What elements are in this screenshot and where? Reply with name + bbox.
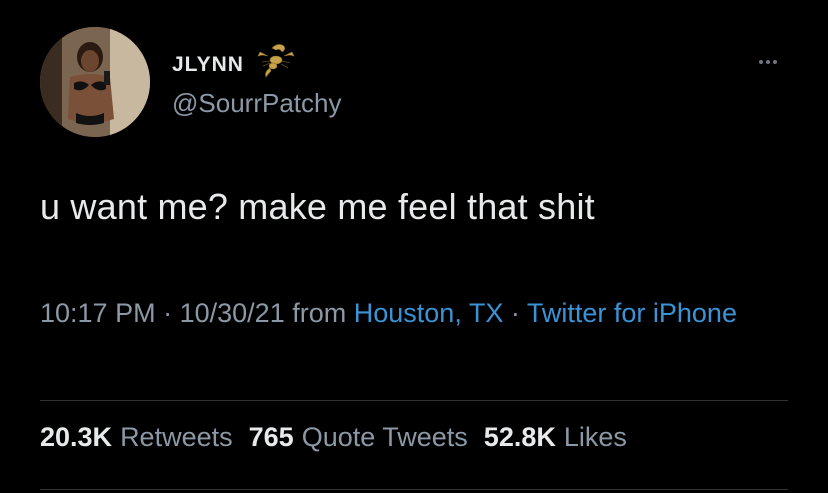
dot-icon: [766, 60, 770, 64]
name-row: JLYNN: [172, 44, 298, 80]
tweet-metadata: 10:17 PM · 10/30/21 from Houston, TX · T…: [40, 292, 800, 334]
client-link[interactable]: Twitter for iPhone: [527, 298, 737, 328]
profile-photo-icon: [40, 27, 150, 137]
from-label: from: [292, 298, 347, 328]
tweet-text: u want me? make me feel that shit: [40, 186, 595, 227]
retweets-count: 20.3K: [40, 422, 113, 452]
dot-icon: [759, 60, 763, 64]
quote-tweets-stat[interactable]: 765 Quote Tweets: [249, 422, 468, 453]
tweet-date[interactable]: 10/30/21: [180, 298, 285, 328]
likes-stat[interactable]: 52.8K Likes: [484, 422, 627, 453]
more-options-button[interactable]: [750, 52, 786, 72]
engagement-stats: 20.3K Retweets 765 Quote Tweets 52.8K Likes: [40, 422, 627, 453]
separator: ·: [163, 298, 173, 328]
retweets-stat[interactable]: 20.3K Retweets: [40, 422, 233, 453]
likes-count: 52.8K: [483, 422, 556, 452]
scorpion-icon: [257, 44, 295, 78]
location-link[interactable]: Houston, TX: [354, 298, 504, 328]
tweet-time[interactable]: 10:17 PM: [40, 298, 156, 328]
quote-tweets-count: 765: [248, 422, 294, 452]
avatar[interactable]: [40, 27, 150, 137]
user-handle[interactable]: @SourrPatchy: [172, 88, 341, 119]
divider: [40, 400, 788, 401]
likes-label: Likes: [563, 422, 627, 452]
quote-tweets-label: Quote Tweets: [301, 422, 468, 452]
separator: ·: [510, 298, 520, 328]
tweet-card: JLYNN @SourrPatchy u want me? make me fe…: [0, 0, 828, 493]
dot-icon: [773, 60, 777, 64]
divider: [40, 489, 788, 490]
display-name[interactable]: JLYNN: [172, 53, 244, 77]
retweets-label: Retweets: [120, 422, 233, 452]
